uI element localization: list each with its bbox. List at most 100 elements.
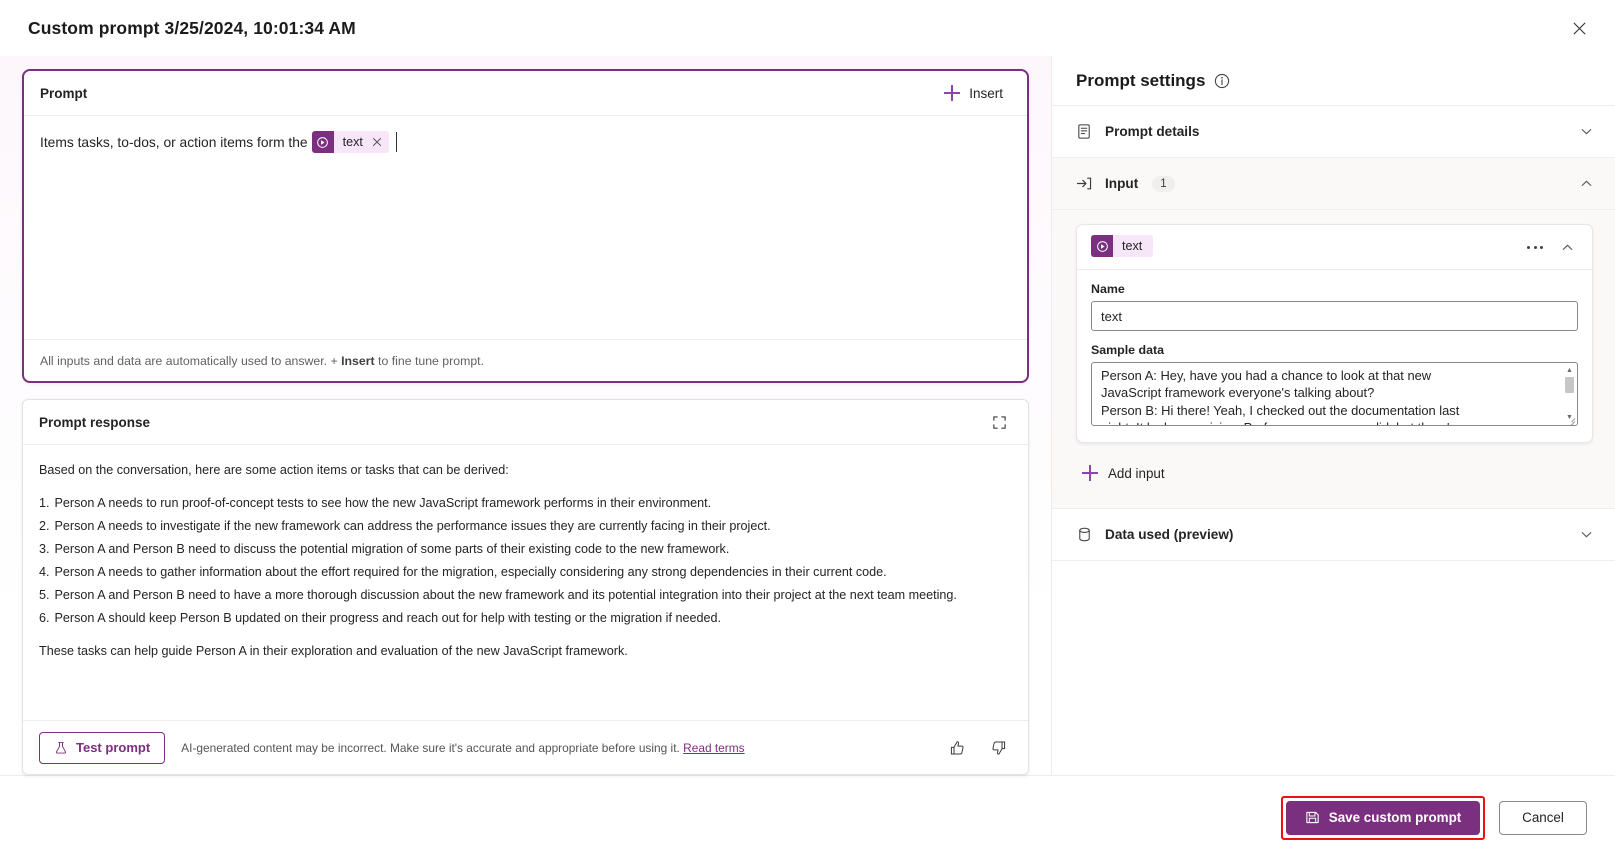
response-card-title: Prompt response [39, 414, 151, 430]
dialog-body: Prompt Insert Items tasks, to-dos, or ac… [0, 56, 1615, 775]
cancel-button[interactable]: Cancel [1499, 800, 1587, 835]
close-button[interactable] [1561, 10, 1597, 46]
sample-line: night. It looks promising. Performance s… [1101, 419, 1559, 425]
page-title: Custom prompt 3/25/2024, 10:01:34 AM [28, 17, 356, 38]
data-used-label: Data used (preview) [1105, 527, 1234, 542]
scroll-up-arrow[interactable]: ▲ [1566, 364, 1573, 377]
text-caret [395, 132, 397, 152]
list-item: 4. Person A needs to gather information a… [39, 565, 887, 579]
name-field-label: Name [1091, 282, 1125, 296]
save-button-label: Save custom prompt [1328, 810, 1462, 825]
prompt-card-footer: All inputs and data are automatically us… [24, 339, 1027, 381]
left-panel: Prompt Insert Items tasks, to-dos, or ac… [0, 56, 1051, 775]
add-input-label: Add input [1108, 465, 1165, 481]
list-item: 2. Person A needs to investigate if the n… [39, 519, 771, 533]
sample-line: Person B: Hi there! Yeah, I checked out … [1101, 402, 1460, 418]
input-card-header: text [1077, 225, 1592, 270]
prompt-response-card: Prompt response Based on the conversatio… [22, 399, 1029, 775]
flask-icon [55, 741, 67, 754]
list-item: 6. Person A should keep Person B updated … [39, 611, 722, 625]
sample-line: Person A: Hey, have you had a chance to … [1101, 368, 1432, 383]
add-input-button[interactable]: Add input [1076, 461, 1171, 485]
dialog-footer: Save custom prompt Cancel [0, 775, 1615, 859]
insert-button-label: Insert [969, 85, 1003, 101]
more-options-icon [1527, 245, 1530, 249]
chevron-up-icon [1562, 244, 1573, 250]
insert-button[interactable]: Insert [936, 81, 1011, 105]
chip-label: text [342, 135, 363, 149]
prompt-card-title: Prompt [40, 85, 88, 101]
input-count-badge: 1 [1152, 175, 1175, 192]
chevron-down-icon [1580, 125, 1593, 138]
save-icon [1306, 811, 1319, 824]
info-icon[interactable] [1214, 73, 1230, 89]
response-footer: Test prompt AI-generated content may be … [23, 720, 1028, 774]
test-prompt-button[interactable]: Test prompt [39, 731, 166, 764]
prompt-footer-suffix: to fine tune prompt. [378, 353, 484, 368]
document-icon [1078, 124, 1090, 139]
response-intro: Based on the conversation, here are some… [39, 463, 509, 477]
more-options-button[interactable] [1523, 240, 1547, 255]
settings-header: Prompt settings [1052, 56, 1615, 106]
save-button-highlight: Save custom prompt [1281, 795, 1485, 840]
database-icon [1079, 527, 1090, 542]
section-data-used[interactable]: Data used (preview) [1052, 509, 1615, 561]
ai-disclaimer: AI-generated content may be incorrect. M… [181, 741, 744, 755]
save-custom-prompt-button[interactable]: Save custom prompt [1286, 800, 1480, 835]
input-card: text Name Sample data [1076, 224, 1593, 443]
response-outro: These tasks can help guide Person A in t… [39, 644, 628, 658]
input-chip-label: text [1122, 239, 1143, 253]
plus-icon [1082, 465, 1098, 481]
thumbs-down-button[interactable] [986, 735, 1012, 761]
prompt-input[interactable]: Items tasks, to-dos, or action items for… [24, 116, 1027, 339]
chevron-up-icon [1580, 177, 1593, 190]
prompt-card: Prompt Insert Items tasks, to-dos, or ac… [22, 69, 1029, 383]
prompt-footer-bold: Insert [341, 353, 375, 368]
sample-data-textarea[interactable]: Person A: Hey, have you had a chance to … [1091, 362, 1578, 426]
dialog-header: Custom prompt 3/25/2024, 10:01:34 AM [0, 0, 1615, 56]
prompt-card-header: Prompt Insert [24, 71, 1027, 116]
test-prompt-label: Test prompt [76, 740, 151, 755]
response-card-header: Prompt response [23, 400, 1028, 445]
variable-icon [311, 131, 334, 153]
prompt-footer-prefix: All inputs and data are automatically us… [40, 353, 338, 368]
list-item: 1. Person A needs to run proof-of-concept… [39, 496, 712, 510]
sample-line: JavaScript framework everyone's talking … [1101, 385, 1375, 401]
settings-title: Prompt settings [1076, 70, 1206, 90]
close-icon [1572, 21, 1586, 35]
textarea-resize-handle[interactable] [1566, 414, 1576, 425]
sample-data-field: Sample data Person A: Hey, have you had … [1091, 343, 1578, 426]
name-input[interactable] [1091, 301, 1578, 331]
input-variable-chip[interactable]: text [1091, 235, 1154, 257]
input-card-body: Name Sample data Person A: Hey, have you… [1077, 270, 1592, 442]
expand-button[interactable] [986, 409, 1012, 435]
close-icon [373, 137, 382, 147]
prompt-details-label: Prompt details [1105, 124, 1200, 139]
list-item: 5. Person A and Person B need to have a m… [39, 588, 957, 602]
input-card-collapse-button[interactable] [1557, 237, 1578, 258]
thumbs-down-icon [992, 741, 1006, 755]
chevron-down-icon [1580, 528, 1593, 541]
scrollbar-track[interactable] [1563, 377, 1576, 411]
response-list: 1. Person A needs to run proof-of-concept… [39, 494, 1012, 628]
section-input[interactable]: Input 1 [1052, 158, 1615, 210]
response-body: Based on the conversation, here are some… [23, 445, 1028, 720]
chip-remove-button[interactable] [370, 131, 389, 153]
thumbs-up-button[interactable] [944, 735, 970, 761]
read-terms-link[interactable]: Read terms [683, 741, 744, 755]
prompt-text: Items tasks, to-dos, or action items for… [40, 135, 308, 150]
sample-data-label: Sample data [1091, 343, 1164, 357]
expand-icon [992, 415, 1006, 429]
arrow-into-icon [1076, 177, 1092, 190]
plus-icon [944, 85, 961, 101]
disclaimer-text: AI-generated content may be incorrect. M… [181, 740, 680, 755]
list-item: 3. Person A and Person B need to discuss … [39, 542, 730, 556]
input-section-body: text Name Sample data [1052, 210, 1615, 509]
prompt-variable-chip[interactable]: text [311, 131, 389, 153]
prompt-settings-panel: Prompt settings Prompt details Input 1 t… [1051, 56, 1615, 775]
variable-icon [1091, 235, 1113, 257]
section-prompt-details[interactable]: Prompt details [1052, 106, 1615, 158]
input-label: Input [1105, 176, 1139, 191]
scrollbar-thumb[interactable] [1565, 377, 1574, 393]
thumbs-up-icon [950, 740, 964, 754]
